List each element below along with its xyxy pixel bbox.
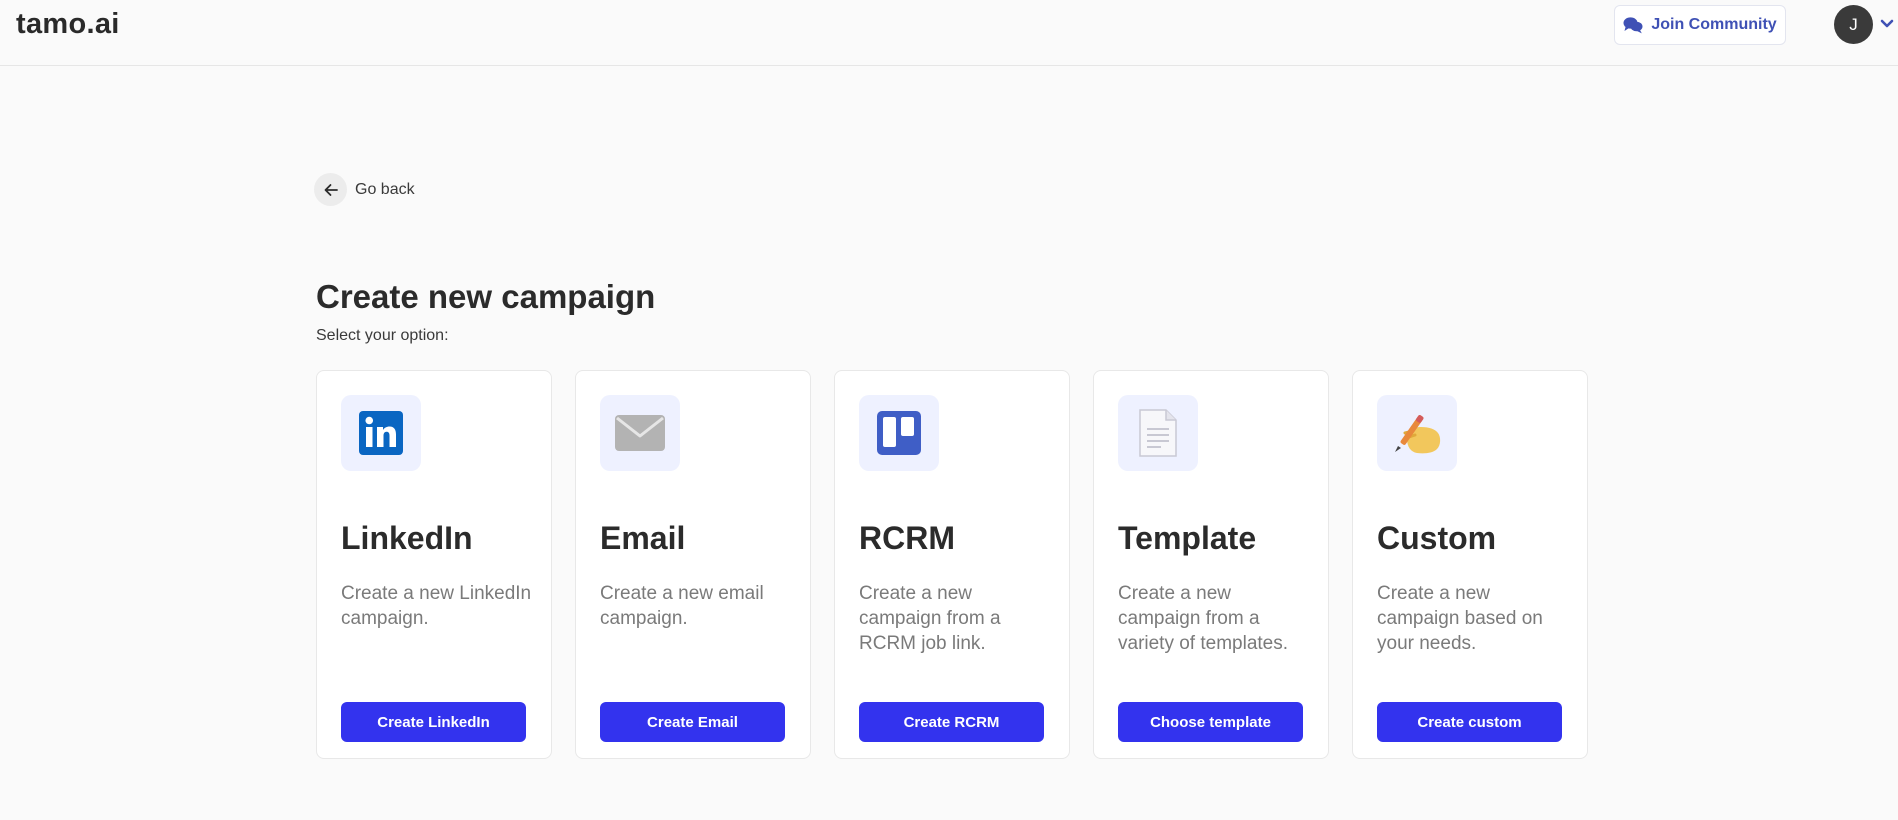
card-description: Create a new LinkedIn campaign. [341, 583, 532, 629]
card-description: Create a new campaign from a variety of … [1118, 583, 1289, 654]
go-back-label: Go back [355, 180, 415, 198]
page-title: Create new campaign [316, 278, 656, 315]
campaign-card-custom: Custom Create a new campaign based on yo… [1352, 370, 1588, 759]
join-community-label: Join Community [1651, 16, 1777, 33]
envelope-icon [600, 395, 680, 471]
create-email-button[interactable]: Create Email [600, 702, 785, 742]
create-custom-button[interactable]: Create custom [1377, 702, 1562, 742]
board-icon [859, 395, 939, 471]
brand-logo[interactable]: tamo.ai [16, 8, 120, 41]
document-icon [1118, 395, 1198, 471]
card-title: Template [1118, 520, 1257, 556]
join-community-button[interactable]: Join Community [1614, 5, 1786, 45]
top-bar: tamo.ai Join Community J [0, 0, 1898, 66]
linkedin-icon [341, 395, 421, 471]
card-title: RCRM [859, 520, 955, 556]
create-rcrm-button[interactable]: Create RCRM [859, 702, 1044, 742]
writing-hand-icon [1377, 395, 1457, 471]
avatar[interactable]: J [1834, 5, 1873, 44]
card-description: Create a new campaign from a RCRM job li… [859, 583, 1001, 654]
go-back-link[interactable]: Go back [314, 173, 415, 206]
arrow-left-icon [314, 173, 347, 206]
card-description: Create a new email campaign. [600, 583, 764, 629]
chevron-down-icon[interactable] [1880, 19, 1894, 29]
card-description: Create a new campaign based on your need… [1377, 583, 1543, 654]
card-title: Email [600, 520, 686, 556]
campaign-card-template: Template Create a new campaign from a va… [1093, 370, 1329, 759]
chat-bubbles-icon [1623, 17, 1643, 34]
card-title: Custom [1377, 520, 1497, 556]
create-linkedin-button[interactable]: Create LinkedIn [341, 702, 526, 742]
campaign-card-rcrm: RCRM Create a new campaign from a RCRM j… [834, 370, 1070, 759]
card-title: LinkedIn [341, 520, 473, 556]
campaign-card-email: Email Create a new email campaign. Creat… [575, 370, 811, 759]
page-subtitle: Select your option: [316, 327, 449, 344]
avatar-initial: J [1849, 14, 1858, 34]
choose-template-button[interactable]: Choose template [1118, 702, 1303, 742]
campaign-card-linkedin: LinkedIn Create a new LinkedIn campaign.… [316, 370, 552, 759]
